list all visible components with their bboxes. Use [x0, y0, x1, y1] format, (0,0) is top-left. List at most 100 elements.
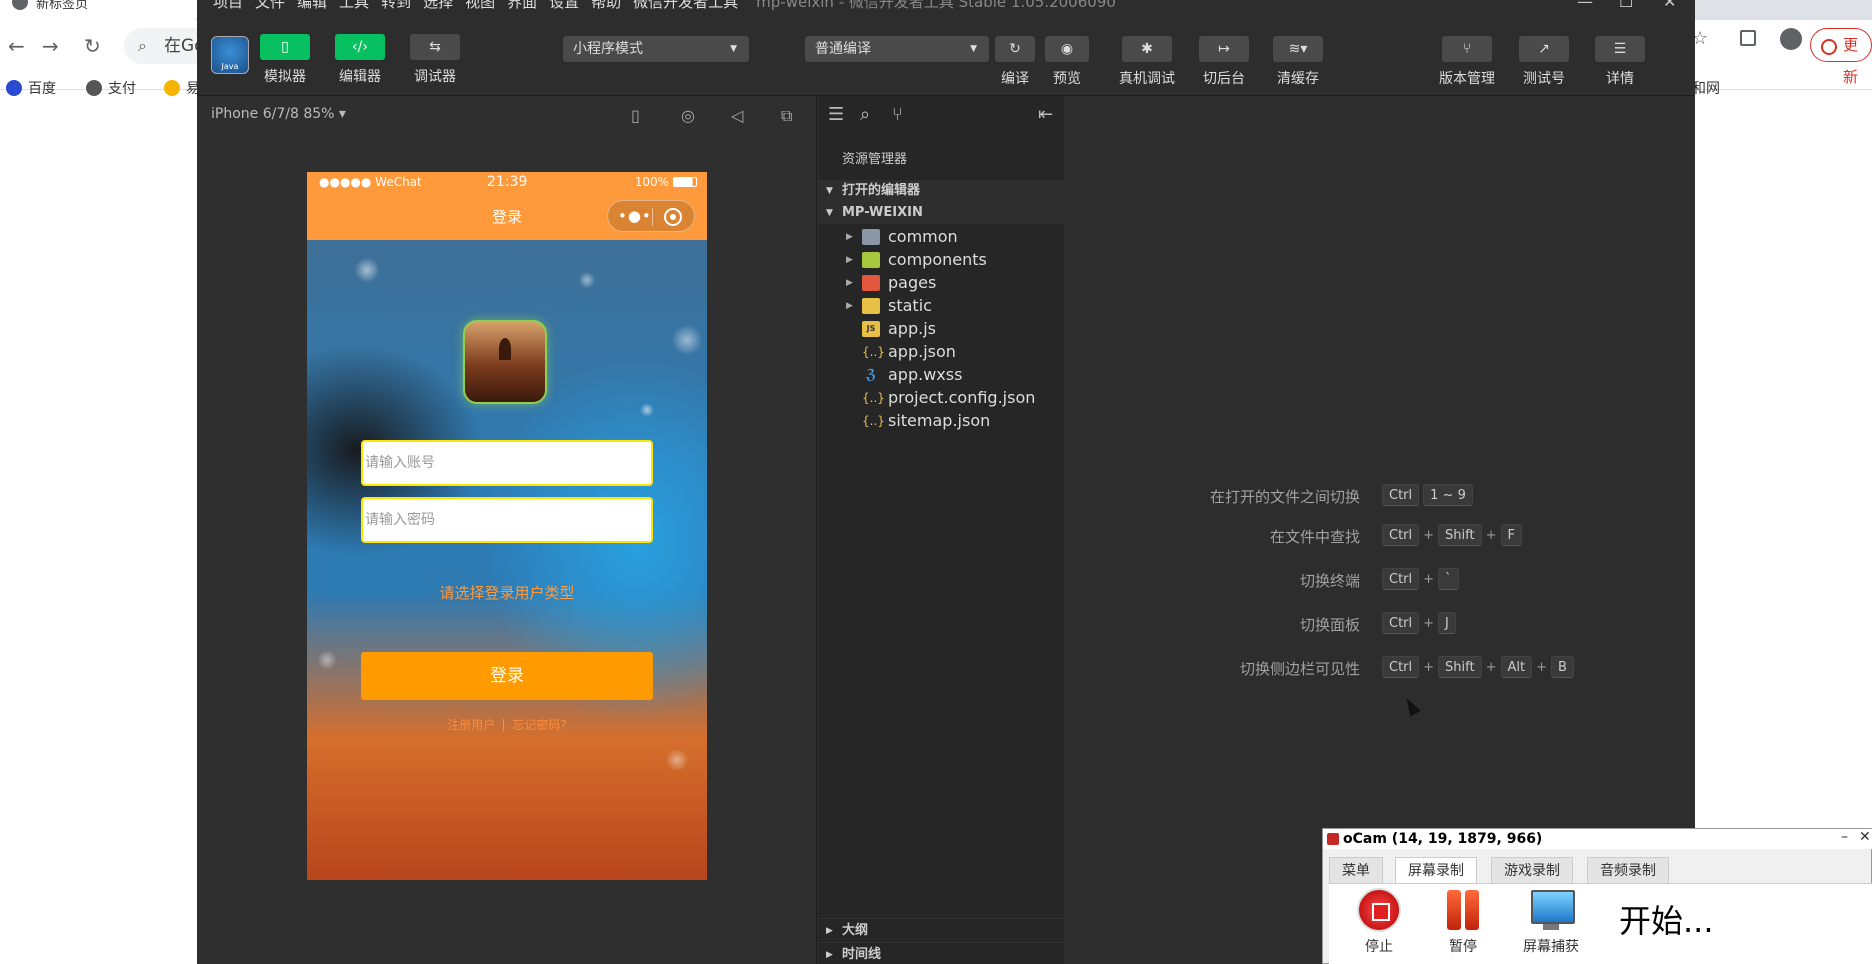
- outline-section[interactable]: ▶ 大纲: [818, 918, 1064, 942]
- debugger-button[interactable]: ⇆ 调试器: [405, 34, 465, 86]
- real-debug-button[interactable]: ✱ 真机调试: [1113, 36, 1181, 88]
- screen-capture-button[interactable]: 屏幕捕获: [1513, 888, 1589, 956]
- login-type-picker[interactable]: 请选择登录用户类型: [307, 582, 707, 603]
- compile-select[interactable]: 普通编译 ▼: [805, 36, 989, 62]
- tab-screen-record[interactable]: 屏幕录制: [1395, 857, 1477, 883]
- folder-icon: [862, 252, 880, 268]
- menu-tools[interactable]: 工具: [339, 0, 369, 11]
- background-label: 切后台: [1203, 71, 1245, 87]
- baidu-icon: [6, 80, 22, 96]
- tree-folder-common[interactable]: ▶ common: [818, 226, 1064, 248]
- project-section[interactable]: ▼ MP-WEIXIN: [818, 202, 1064, 224]
- simulator-button[interactable]: ▯ 模拟器: [255, 34, 315, 86]
- monitor-icon: [1529, 888, 1575, 932]
- clear-cache-button[interactable]: ≋▾ 清缓存: [1271, 36, 1325, 88]
- devtools-window: 项目 文件 编辑 工具 转到 选择 视图 界面 设置 帮助 微信开发者工具 mp-weixin - 微…: [197, 0, 1695, 964]
- preview-button[interactable]: ◉ 预览: [1045, 36, 1089, 88]
- bookmark-item[interactable]: 支付: [86, 78, 136, 98]
- tree-file-app-js[interactable]: JS app.js: [818, 318, 1064, 340]
- chevron-right-icon: ▶: [826, 950, 833, 960]
- version-button[interactable]: ⑂ 版本管理: [1433, 36, 1501, 88]
- open-editors-section[interactable]: ▼ 打开的编辑器: [818, 180, 1064, 202]
- tree-file-project-config[interactable]: {..} project.config.json: [818, 387, 1064, 409]
- reload-icon[interactable]: ↻: [84, 34, 101, 58]
- details-button[interactable]: ☰ 详情: [1595, 36, 1645, 88]
- menu-bar: 项目 文件 编辑 工具 转到 选择 视图 界面 设置 帮助 微信开发者工具 mp-weixin - 微…: [213, 0, 1128, 12]
- menu-help[interactable]: 帮助: [591, 0, 621, 11]
- mode-select[interactable]: 小程序模式 ▼: [563, 36, 749, 62]
- tree-file-sitemap[interactable]: {..} sitemap.json: [818, 410, 1064, 432]
- maximize-icon[interactable]: ☐: [1619, 0, 1633, 11]
- test-id-button[interactable]: ↗ 测试号: [1519, 36, 1569, 88]
- explorer-title: 资源管理器: [842, 152, 908, 167]
- update-button[interactable]: 更新: [1810, 28, 1872, 86]
- tree-folder-static[interactable]: ▶ static: [818, 295, 1064, 317]
- real-debug-label: 真机调试: [1119, 71, 1175, 87]
- battery-icon: [673, 177, 697, 187]
- account-input[interactable]: 请输入账号: [361, 440, 653, 486]
- menu-ui[interactable]: 界面: [507, 0, 537, 11]
- device-select[interactable]: iPhone 6/7/8 85% ▾: [211, 106, 346, 122]
- password-input[interactable]: 请输入密码: [361, 497, 653, 543]
- minimize-icon[interactable]: —: [1577, 0, 1593, 11]
- tab-audio-record[interactable]: 音频录制: [1587, 857, 1669, 883]
- minimize-icon[interactable]: –: [1841, 829, 1848, 845]
- clock: 21:39: [487, 174, 528, 190]
- timeline-section[interactable]: ▶ 时间线: [818, 942, 1064, 964]
- sidebar-icon[interactable]: [1740, 30, 1756, 46]
- tree-file-app-wxss[interactable]: ℨapp.wxss: [818, 364, 1064, 386]
- tree-folder-components[interactable]: ▶ components: [818, 249, 1064, 271]
- js-file-icon: JS: [862, 321, 880, 337]
- login-button[interactable]: 登录: [361, 652, 653, 700]
- search-icon: ⌕: [138, 36, 147, 55]
- collapse-sidebar-icon[interactable]: ⇤: [1038, 104, 1053, 125]
- editor-button[interactable]: ‹/› 编辑器: [330, 34, 390, 86]
- phone-icon[interactable]: ▯: [631, 106, 640, 125]
- more-icon[interactable]: •●•: [618, 207, 652, 225]
- stop-button[interactable]: 停止: [1341, 888, 1417, 956]
- avatar[interactable]: Java: [211, 36, 249, 74]
- phone-screen: ●●●●● WeChat 21:39 100% 登录 •●• 请输入账号 请输入…: [307, 172, 707, 880]
- menu-goto[interactable]: 转到: [381, 0, 411, 11]
- version-label: 版本管理: [1439, 71, 1495, 87]
- menu-edit[interactable]: 编辑: [297, 0, 327, 11]
- forward-icon[interactable]: →: [42, 34, 59, 58]
- close-icon[interactable]: ✕: [1859, 829, 1871, 845]
- menu-project[interactable]: 项目: [213, 0, 243, 11]
- menu-file[interactable]: 文件: [255, 0, 285, 11]
- stop-icon: [1357, 888, 1401, 932]
- menu-select[interactable]: 选择: [423, 0, 453, 11]
- pause-button[interactable]: 暂停: [1425, 888, 1501, 956]
- list-icon[interactable]: ☰: [828, 104, 844, 125]
- volume-icon[interactable]: ◁: [731, 106, 743, 125]
- ocam-window: oCam (14, 19, 1879, 966) – ✕ 菜单 屏幕录制 游戏录…: [1322, 828, 1872, 964]
- bookmark-item-right[interactable]: 和网: [1692, 78, 1720, 98]
- chevron-down-icon: ▼: [826, 208, 833, 218]
- background-button[interactable]: ↦ 切后台: [1197, 36, 1251, 88]
- close-miniprogram-icon[interactable]: [664, 208, 682, 226]
- menu-view[interactable]: 视图: [465, 0, 495, 11]
- app-logo: [463, 320, 547, 404]
- tab-game-record[interactable]: 游戏录制: [1491, 857, 1573, 883]
- tree-file-app-json[interactable]: {..} app.json: [818, 341, 1064, 363]
- stop-circle-icon[interactable]: ◎: [681, 106, 695, 125]
- chevron-down-icon: ▼: [970, 44, 977, 54]
- menu-devtools[interactable]: 微信开发者工具: [633, 0, 738, 11]
- forgot-password-link[interactable]: 忘记密码?: [512, 718, 566, 732]
- compile-button[interactable]: ↻ 编译: [995, 36, 1035, 88]
- profile-icon[interactable]: [1780, 28, 1802, 50]
- menu-settings[interactable]: 设置: [549, 0, 579, 11]
- back-icon[interactable]: ←: [8, 34, 25, 58]
- bookmark-item[interactable]: 百度: [6, 78, 56, 98]
- browser-tab[interactable]: 新标签页: [0, 0, 200, 20]
- popout-icon[interactable]: ⧉: [781, 106, 792, 126]
- source-control-icon[interactable]: ⑂: [892, 104, 903, 125]
- miniprogram-capsule[interactable]: •●•: [607, 200, 695, 232]
- phone-nav-bar: 登录 •●•: [307, 192, 707, 240]
- tab-menu[interactable]: 菜单: [1329, 857, 1383, 883]
- tree-folder-pages[interactable]: ▶ pages: [818, 272, 1064, 294]
- close-icon[interactable]: ✕: [1663, 0, 1676, 11]
- register-link[interactable]: 注册用户: [447, 718, 495, 732]
- search-icon[interactable]: ⌕: [860, 104, 870, 125]
- bookmark-item[interactable]: 易: [164, 78, 200, 98]
